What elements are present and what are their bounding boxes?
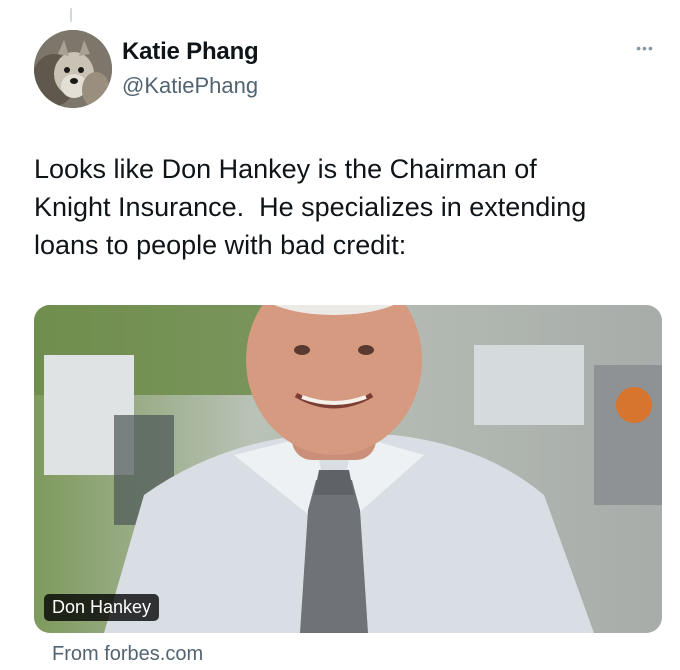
more-options-button[interactable]: ••• (628, 38, 662, 58)
tweet-text: Looks like Don Hankey is the Chairman of… (34, 154, 587, 260)
author-name[interactable]: Katie Phang (122, 38, 259, 66)
avatar[interactable] (34, 30, 112, 108)
portrait-photo (34, 305, 662, 633)
link-source[interactable]: From forbes.com (52, 643, 203, 666)
link-card-image[interactable]: Don Hankey (34, 305, 662, 633)
avatar-image (34, 30, 112, 108)
more-options-icon: ••• (636, 40, 654, 56)
image-caption-badge: Don Hankey (44, 594, 160, 621)
thread-connector-line (70, 8, 72, 22)
author-handle[interactable]: @KatiePhang (122, 73, 258, 99)
